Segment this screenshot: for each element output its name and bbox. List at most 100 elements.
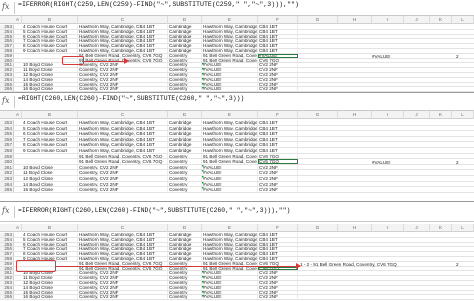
cell-f[interactable]: CV2 2NF — [258, 87, 298, 92]
cell-b[interactable]: 7 Coach House Court — [22, 39, 78, 44]
row-number[interactable]: 254 — [0, 125, 14, 131]
cell-extra-value[interactable]: #VALUE! — [372, 54, 391, 59]
cell-extra-value[interactable]: #VALUE! — [372, 160, 391, 165]
cell-e[interactable]: Hawthorn Way, Cambridge — [202, 252, 258, 256]
cell-c[interactable]: Hawthorn Way, Cambridge, CB4 1BT — [78, 39, 168, 44]
cell-b[interactable]: 6 Coach House Court — [22, 34, 78, 39]
cell-d[interactable]: Cambridge — [168, 25, 202, 29]
cell-f[interactable]: CV2 2NF — [258, 170, 298, 175]
cell-d[interactable]: Cambridge — [168, 44, 202, 48]
column-header[interactable]: L — [452, 16, 474, 24]
cell-f[interactable]: CB4 1BT — [258, 252, 298, 256]
cell-c[interactable]: 91 Bell Green Road, Coventry, CV6 7GQ — [78, 53, 168, 58]
column-header[interactable]: B — [22, 111, 78, 119]
cell-f[interactable]: CB4 1BT — [258, 49, 298, 53]
cell-d[interactable]: Cambridge — [168, 120, 202, 125]
column-header[interactable]: L — [452, 224, 474, 232]
column-header[interactable]: I — [372, 111, 404, 119]
row-number[interactable]: 266 — [0, 295, 14, 300]
cell-d[interactable]: Coventry — [168, 87, 202, 92]
cell-c[interactable]: Coventry, CV2 2NF — [78, 295, 168, 300]
cell-f[interactable]: CV2 2NF — [258, 181, 298, 187]
cell-d[interactable]: Cambridge — [168, 252, 202, 256]
cell-e[interactable]: 91 Bell Green Road, Coventry — [202, 159, 258, 164]
cell-d[interactable]: Coventry — [168, 58, 202, 63]
cell-d[interactable]: Coventry — [168, 266, 202, 271]
column-header[interactable]: H — [338, 224, 372, 232]
cell-f[interactable]: CV2 2NF — [258, 187, 298, 192]
formula-bar[interactable]: fx =IFERROR(RIGHT(C259,LEN(C259)-FIND("~… — [0, 0, 474, 16]
column-header[interactable]: D — [168, 111, 202, 119]
cell-d[interactable]: Cambridge — [168, 233, 202, 237]
cell-e[interactable]: #VALUE! — [202, 82, 258, 87]
cell-b[interactable]: 12 Boyd Close — [22, 176, 78, 181]
cell-f[interactable]: CV6 7GQ — [258, 266, 298, 271]
column-header[interactable]: J — [404, 224, 430, 232]
cell-b[interactable]: 9 Coach House Court — [22, 49, 78, 53]
cell-b[interactable]: 6 Coach House Court — [22, 242, 78, 247]
cell-f[interactable]: CB4 1BT — [258, 44, 298, 48]
row-number[interactable]: 257 — [0, 142, 14, 147]
cell-e[interactable]: Hawthorn Way, Cambridge — [202, 34, 258, 39]
cell-d[interactable]: Coventry — [168, 153, 202, 159]
row-number[interactable]: 255 — [0, 131, 14, 136]
cell-b[interactable]: 11 Boyd Close — [22, 68, 78, 72]
cell-b[interactable]: 5 Coach House Court — [22, 237, 78, 242]
column-header[interactable]: K — [430, 16, 452, 24]
cell-e[interactable]: #VALUE! — [202, 63, 258, 68]
cell-f[interactable]: CB4 1BT — [258, 237, 298, 242]
column-header[interactable]: I — [372, 224, 404, 232]
cell-f[interactable]: CV2 2NF — [258, 164, 298, 170]
cell-c[interactable]: Coventry, CV2 2NF — [78, 285, 168, 290]
cell-f[interactable]: CV2 2NF — [258, 285, 298, 290]
cell-e[interactable]: Hawthorn Way, Cambridge — [202, 237, 258, 242]
cell-c[interactable]: Hawthorn Way, Cambridge, CB4 1BT — [78, 148, 168, 153]
cell-d[interactable]: Cambridge — [168, 39, 202, 44]
cell-c[interactable]: 91 Bell Green Road, Coventry, CV6 7GQ — [78, 266, 168, 271]
cell-d[interactable]: Coventry — [168, 164, 202, 170]
formula-text[interactable]: =IFERROR(RIGHT(C259,LEN(C259)-FIND("~",S… — [18, 1, 299, 8]
cell-d[interactable]: Cambridge — [168, 242, 202, 247]
cell-c[interactable]: Hawthorn Way, Cambridge, CB4 1BT — [78, 242, 168, 247]
cell-d[interactable]: Coventry — [168, 290, 202, 295]
cell-d[interactable]: Coventry — [168, 73, 202, 77]
cell-e[interactable]: #VALUE! — [202, 176, 258, 181]
column-header[interactable]: E — [202, 224, 258, 232]
cell-e[interactable]: Hawthorn Way, Cambridge — [202, 136, 258, 142]
column-header[interactable]: I — [372, 16, 404, 24]
cell-f[interactable]: CV2 2NF — [258, 77, 298, 82]
cell-b[interactable]: 6 Coach House Court — [22, 131, 78, 136]
column-header[interactable]: B — [22, 16, 78, 24]
cell-e[interactable]: Hawthorn Way, Cambridge — [202, 125, 258, 131]
cell-e[interactable]: #VALUE! — [202, 271, 258, 276]
cell-e[interactable]: Hawthorn Way, Cambridge — [202, 39, 258, 44]
cell-c[interactable]: 91 Bell Green Road, Coventry, CV6 7GQ — [78, 159, 168, 164]
cell-f[interactable]: CV6 7GQ — [258, 153, 298, 159]
cell-e[interactable]: #VALUE! — [202, 290, 258, 295]
row-number[interactable]: 261 — [0, 164, 14, 170]
column-header[interactable]: F — [258, 16, 298, 24]
cell-extra-number[interactable]: 2 — [456, 160, 459, 165]
cell-b[interactable]: 8 Coach House Court — [22, 44, 78, 48]
cell-f[interactable]: #VALUE! — [258, 53, 298, 58]
cell-c[interactable]: Hawthorn Way, Cambridge, CB4 1BT — [78, 252, 168, 256]
cell-c[interactable]: Hawthorn Way, Cambridge, CB4 1BT — [78, 237, 168, 242]
cell-f[interactable]: CB4 1BT — [258, 233, 298, 237]
column-header[interactable]: D — [168, 224, 202, 232]
cell-f[interactable]: CB4 1BT — [258, 39, 298, 44]
row-number[interactable]: 264 — [0, 181, 14, 187]
cell-b[interactable]: 4 Coach House Court — [22, 120, 78, 125]
cell-extra-number[interactable]: 2 — [456, 262, 459, 267]
cell-f[interactable]: CV2 2NF — [258, 176, 298, 181]
cell-b[interactable]: 11 Boyd Close — [22, 170, 78, 175]
cell-e[interactable]: #VALUE! — [202, 87, 258, 92]
cell-b[interactable]: 7 Coach House Court — [22, 247, 78, 252]
cell-f[interactable]: CV2 2NF — [258, 281, 298, 285]
formula-text[interactable]: =IFERROR(RIGHT(C260,LEN(C260)-FIND("~",S… — [18, 207, 290, 214]
cell-d[interactable]: Cambridge — [168, 136, 202, 142]
formula-bar[interactable]: fx =RIGHT(C260,LEN(C260)-FIND("~",SUBSTI… — [0, 93, 474, 111]
cell-d[interactable]: Cambridge — [168, 125, 202, 131]
cell-e[interactable]: Hawthorn Way, Cambridge — [202, 120, 258, 125]
cell-e[interactable]: Hawthorn Way, Cambridge — [202, 233, 258, 237]
column-header[interactable]: F — [258, 224, 298, 232]
